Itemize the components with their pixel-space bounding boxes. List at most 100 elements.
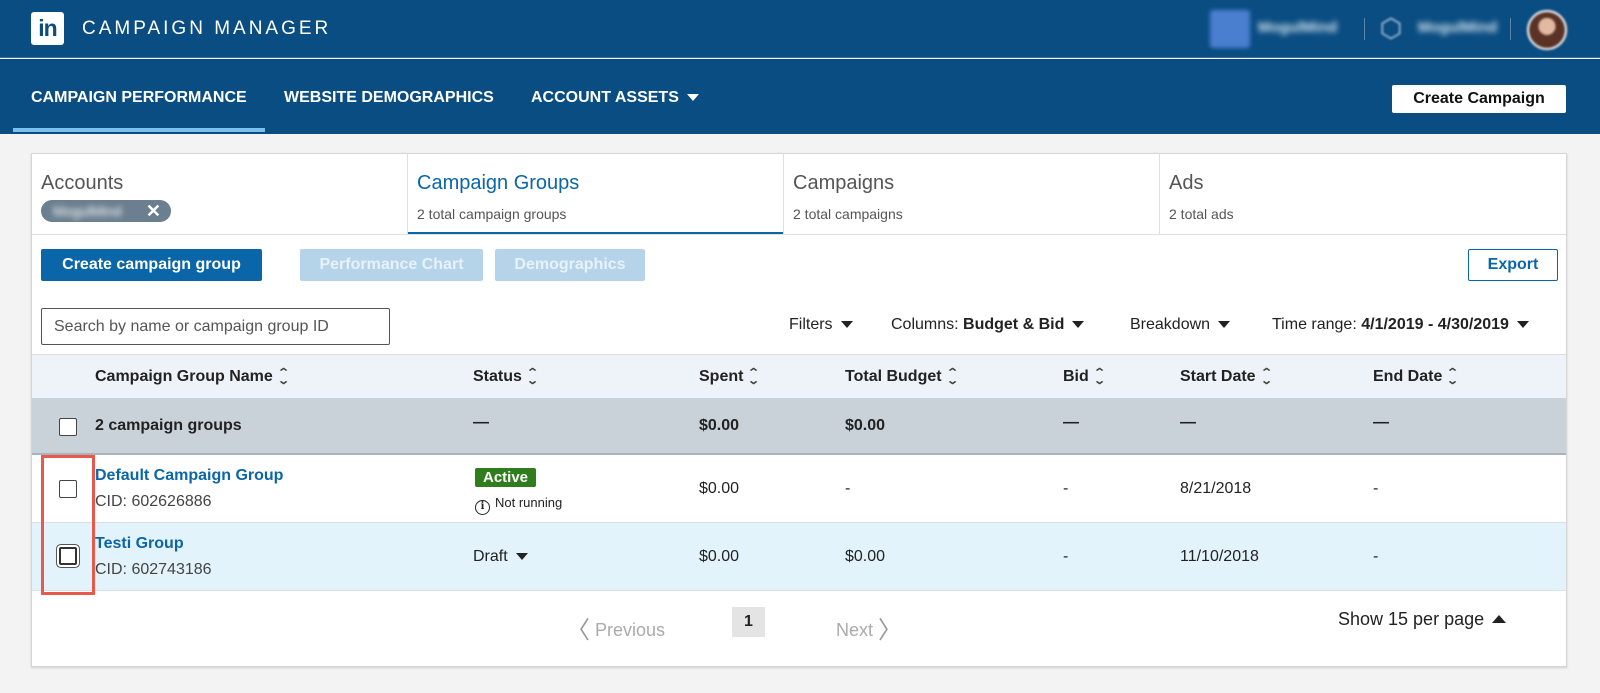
tab-campaigns[interactable]: Campaigns 2 total campaigns bbox=[784, 154, 1160, 234]
columns-label: Columns: bbox=[891, 316, 959, 333]
previous-label: Previous bbox=[595, 620, 666, 640]
column-header-status[interactable]: Status ⌃ ⌄ bbox=[473, 366, 539, 387]
tab-title: Ads bbox=[1169, 172, 1204, 194]
summary-budget: $0.00 bbox=[845, 417, 886, 434]
status-label: Draft bbox=[473, 548, 508, 565]
account-avatar[interactable] bbox=[1210, 10, 1250, 48]
sort-icon: ⌃ ⌄ bbox=[276, 366, 290, 387]
status-note: i Not running bbox=[475, 495, 562, 515]
column-label: Status bbox=[473, 368, 522, 385]
sort-icon: ⌃ ⌄ bbox=[1446, 366, 1460, 387]
sort-icon: ⌃ ⌄ bbox=[945, 366, 959, 387]
chevron-down-icon bbox=[515, 553, 528, 561]
columns-value: Budget & Bid bbox=[963, 316, 1065, 333]
chevron-right-icon: 〉 bbox=[878, 617, 903, 644]
column-header-name[interactable]: Campaign Group Name ⌃ ⌄ bbox=[95, 366, 290, 387]
nav-tab-account-assets-label: ACCOUNT ASSETS bbox=[531, 89, 679, 106]
linkedin-logo-icon[interactable]: in bbox=[31, 12, 64, 45]
nav-tab-campaign-performance[interactable]: CAMPAIGN PERFORMANCE bbox=[31, 89, 247, 107]
columns-dropdown[interactable]: Columns: Budget & Bid bbox=[891, 316, 1085, 334]
sort-icon: ⌃ ⌄ bbox=[747, 366, 761, 387]
campaign-group-name-link[interactable]: Testi Group bbox=[95, 535, 184, 553]
search-input[interactable] bbox=[41, 308, 390, 345]
page-number-current[interactable]: 1 bbox=[732, 607, 765, 637]
time-range-value: 4/1/2019 - 4/30/2019 bbox=[1361, 316, 1509, 333]
campaign-group-id: CID: 602743186 bbox=[95, 561, 212, 578]
export-button[interactable]: Export bbox=[1468, 249, 1558, 281]
filters-dropdown[interactable]: Filters bbox=[789, 316, 853, 334]
account-name[interactable]: MogulMind bbox=[1258, 19, 1337, 36]
campaign-groups-panel: Accounts MogulMind ✕ Campaign Groups 2 t… bbox=[31, 153, 1567, 667]
bid-value: - bbox=[1063, 548, 1069, 565]
summary-spent: $0.00 bbox=[699, 417, 740, 434]
next-label: Next bbox=[836, 620, 874, 640]
sort-icon: ⌃ ⌄ bbox=[1092, 366, 1106, 387]
sort-icon: ⌃ ⌄ bbox=[1259, 366, 1273, 387]
organization-name[interactable]: MogulMind bbox=[1418, 19, 1497, 36]
nav-tab-website-demographics[interactable]: WEBSITE DEMOGRAPHICS bbox=[284, 89, 494, 107]
end-date-value[interactable]: - bbox=[1373, 548, 1378, 566]
top-bar: in CAMPAIGN MANAGER MogulMind ⬡ MogulMin… bbox=[0, 0, 1600, 58]
status-dropdown[interactable]: Draft bbox=[473, 548, 528, 566]
chevron-down-icon bbox=[840, 321, 853, 329]
divider bbox=[1364, 18, 1365, 40]
create-campaign-button[interactable]: Create Campaign bbox=[1392, 85, 1566, 113]
tab-accounts[interactable]: Accounts MogulMind ✕ bbox=[32, 154, 408, 234]
column-header-spent[interactable]: Spent ⌃ ⌄ bbox=[699, 366, 761, 387]
chevron-left-icon: 〈 bbox=[566, 617, 590, 644]
campaign-group-id: CID: 602626886 bbox=[95, 493, 212, 510]
chevron-up-icon bbox=[1492, 615, 1507, 623]
tab-subtitle: 2 total campaign groups bbox=[417, 206, 567, 222]
sort-icon: ⌃ ⌄ bbox=[526, 366, 539, 387]
budget-value[interactable]: $0.00 bbox=[845, 548, 885, 566]
summary-status: — bbox=[473, 414, 489, 431]
chevron-down-icon bbox=[686, 94, 699, 102]
tab-campaign-groups[interactable]: Campaign Groups 2 total campaign groups bbox=[408, 154, 784, 235]
column-header-bid[interactable]: Bid ⌃ ⌄ bbox=[1063, 366, 1106, 387]
tabs-divider bbox=[32, 234, 1566, 235]
campaign-group-name-link[interactable]: Default Campaign Group bbox=[95, 467, 283, 485]
divider bbox=[1510, 18, 1511, 40]
next-page-button[interactable]: Next 〉 bbox=[836, 610, 902, 645]
column-header-total-budget[interactable]: Total Budget ⌃ ⌄ bbox=[845, 366, 959, 387]
performance-chart-button[interactable]: Performance Chart bbox=[300, 249, 483, 281]
info-icon[interactable]: i bbox=[475, 500, 490, 515]
spent-value: $0.00 bbox=[699, 480, 740, 497]
create-campaign-group-button[interactable]: Create campaign group bbox=[41, 249, 262, 281]
close-icon[interactable]: ✕ bbox=[146, 200, 161, 222]
start-date-value[interactable]: 8/21/2018 bbox=[1180, 480, 1251, 498]
table-row[interactable]: Default Campaign Group CID: 602626886 Ac… bbox=[32, 455, 1566, 523]
summary-bid: — bbox=[1063, 414, 1079, 431]
start-date-value[interactable]: 11/10/2018 bbox=[1180, 548, 1259, 566]
tab-title: Campaign Groups bbox=[417, 172, 580, 194]
time-range-dropdown[interactable]: Time range: 4/1/2019 - 4/30/2019 bbox=[1272, 316, 1529, 334]
main-nav: CAMPAIGN PERFORMANCE WEBSITE DEMOGRAPHIC… bbox=[0, 59, 1600, 134]
table-row[interactable]: Testi Group CID: 602743186 Draft $0.00 $… bbox=[32, 523, 1566, 591]
filters-label: Filters bbox=[789, 316, 833, 333]
tab-subtitle: 2 total campaigns bbox=[793, 206, 903, 222]
bid-value: - bbox=[1063, 480, 1069, 497]
summary-name: 2 campaign groups bbox=[95, 417, 242, 434]
select-all-checkbox[interactable] bbox=[59, 418, 77, 436]
status-note-text: Not running bbox=[495, 495, 563, 510]
demographics-button[interactable]: Demographics bbox=[495, 249, 645, 281]
previous-page-button[interactable]: 〈 Previous bbox=[566, 610, 665, 645]
chip-label: MogulMind bbox=[53, 203, 122, 219]
column-header-start-date[interactable]: Start Date ⌃ ⌄ bbox=[1180, 366, 1273, 387]
spent-value: $0.00 bbox=[699, 548, 740, 565]
breakdown-dropdown[interactable]: Breakdown bbox=[1130, 316, 1231, 334]
tab-ads[interactable]: Ads 2 total ads bbox=[1160, 154, 1566, 234]
per-page-dropdown[interactable]: Show 15 per page bbox=[1338, 609, 1507, 630]
tab-title: Campaigns bbox=[793, 172, 895, 194]
column-header-end-date[interactable]: End Date ⌃ ⌄ bbox=[1373, 366, 1460, 387]
end-date-value[interactable]: - bbox=[1373, 480, 1378, 498]
account-filter-chip[interactable]: MogulMind ✕ bbox=[41, 200, 171, 222]
user-avatar[interactable] bbox=[1527, 10, 1567, 50]
nav-tab-account-assets[interactable]: ACCOUNT ASSETS bbox=[531, 89, 699, 107]
tab-subtitle: 2 total ads bbox=[1169, 206, 1234, 222]
budget-value[interactable]: - bbox=[845, 480, 850, 498]
organization-icon[interactable]: ⬡ bbox=[1377, 14, 1405, 42]
column-label: Campaign Group Name bbox=[95, 368, 273, 385]
chevron-down-icon bbox=[1516, 321, 1529, 329]
summary-start: — bbox=[1180, 414, 1196, 431]
